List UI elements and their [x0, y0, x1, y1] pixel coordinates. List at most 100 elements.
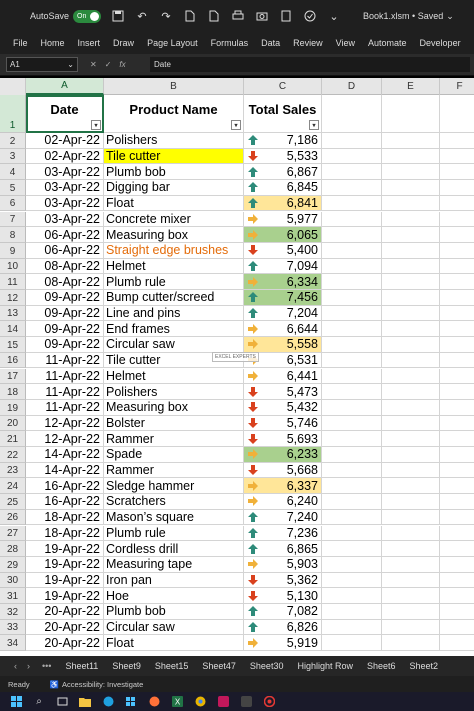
sales-cell[interactable]: 6,233: [244, 447, 322, 463]
sheet-tab-sheet9[interactable]: Sheet9: [112, 661, 141, 671]
product-cell[interactable]: Measuring box: [104, 399, 244, 416]
row-header[interactable]: 27: [0, 525, 26, 542]
cell[interactable]: [382, 148, 440, 165]
cell[interactable]: [322, 556, 382, 573]
cell[interactable]: [440, 369, 474, 385]
product-cell[interactable]: Rammer: [104, 431, 244, 447]
firefox-icon[interactable]: [147, 695, 161, 709]
cell[interactable]: [440, 274, 474, 290]
cell[interactable]: [440, 400, 474, 416]
product-cell[interactable]: Hoe: [104, 588, 244, 604]
app-icon[interactable]: [239, 695, 253, 709]
sales-cell[interactable]: 6,337: [244, 478, 322, 495]
sales-cell[interactable]: 7,456: [244, 290, 322, 306]
cell[interactable]: [382, 604, 440, 620]
sales-cell[interactable]: 6,865: [244, 541, 322, 557]
sales-cell[interactable]: 6,867: [244, 164, 322, 181]
date-cell[interactable]: 14-Apr-22: [26, 462, 104, 479]
ribbon-tab-page-layout[interactable]: Page Layout: [147, 38, 198, 48]
sales-cell[interactable]: 5,432: [244, 399, 322, 416]
redo-icon[interactable]: ↷: [159, 9, 173, 23]
date-cell[interactable]: 14-Apr-22: [26, 447, 104, 463]
date-cell[interactable]: 19-Apr-22: [26, 541, 104, 557]
date-cell[interactable]: 20-Apr-22: [26, 635, 104, 652]
cell[interactable]: [322, 148, 382, 165]
cancel-icon[interactable]: ✕: [90, 60, 97, 69]
cell[interactable]: [322, 415, 382, 432]
cell[interactable]: [440, 353, 474, 369]
cell[interactable]: [322, 399, 382, 416]
sales-cell[interactable]: 7,094: [244, 258, 322, 275]
cell[interactable]: [382, 337, 440, 353]
cell[interactable]: [440, 133, 474, 149]
sales-cell[interactable]: 5,533: [244, 148, 322, 165]
cell[interactable]: [322, 195, 382, 212]
product-cell[interactable]: Sledge hammer: [104, 478, 244, 495]
cell[interactable]: [322, 462, 382, 479]
date-cell[interactable]: 03-Apr-22: [26, 211, 104, 228]
cell[interactable]: [382, 525, 440, 542]
cell[interactable]: [440, 447, 474, 463]
cell[interactable]: [382, 572, 440, 589]
excel-icon[interactable]: X: [170, 695, 184, 709]
row-header[interactable]: 12: [0, 290, 26, 306]
ribbon-tab-formulas[interactable]: Formulas: [211, 38, 249, 48]
cell[interactable]: [382, 133, 440, 149]
row-header[interactable]: 25: [0, 494, 26, 510]
customize-qat-icon[interactable]: ⌄: [327, 9, 341, 23]
filter-dropdown-icon[interactable]: ▾: [231, 120, 241, 130]
ribbon-tab-developer[interactable]: Developer: [420, 38, 461, 48]
cell[interactable]: [382, 635, 440, 652]
sales-cell[interactable]: 5,130: [244, 588, 322, 604]
product-cell[interactable]: Polishers: [104, 133, 244, 149]
sales-cell[interactable]: 6,841: [244, 195, 322, 212]
check-icon[interactable]: [303, 9, 317, 23]
product-cell[interactable]: Tile cutter: [104, 148, 244, 165]
cell[interactable]: [440, 635, 474, 652]
date-cell[interactable]: 06-Apr-22: [26, 227, 104, 243]
row-header[interactable]: 7: [0, 211, 26, 228]
product-cell[interactable]: Circular saw: [104, 337, 244, 353]
sales-cell[interactable]: 7,186: [244, 133, 322, 149]
date-cell[interactable]: 18-Apr-22: [26, 525, 104, 542]
product-cell[interactable]: End frames: [104, 321, 244, 338]
cell[interactable]: [440, 384, 474, 400]
ribbon-tab-insert[interactable]: Insert: [78, 38, 101, 48]
product-cell[interactable]: Bolster: [104, 415, 244, 432]
cell[interactable]: [440, 478, 474, 495]
column-header-d[interactable]: D: [322, 78, 382, 95]
cell[interactable]: [382, 180, 440, 196]
search-icon[interactable]: ⌕: [32, 695, 46, 709]
date-cell[interactable]: 09-Apr-22: [26, 321, 104, 338]
row-header[interactable]: 22: [0, 447, 26, 463]
file-explorer-icon[interactable]: [78, 695, 92, 709]
cell[interactable]: [382, 619, 440, 636]
print-icon[interactable]: [231, 9, 245, 23]
row-header[interactable]: 21: [0, 431, 26, 447]
sheet-tab-sheet15[interactable]: Sheet15: [155, 661, 189, 671]
product-cell[interactable]: Rammer: [104, 462, 244, 479]
cell[interactable]: [382, 556, 440, 573]
product-cell[interactable]: Float: [104, 195, 244, 212]
row-header[interactable]: 14: [0, 321, 26, 338]
sales-cell[interactable]: 6,240: [244, 494, 322, 510]
camera-icon[interactable]: [255, 9, 269, 23]
cell[interactable]: [440, 573, 474, 589]
product-cell[interactable]: Cordless drill: [104, 541, 244, 557]
cell[interactable]: [440, 541, 474, 557]
date-cell[interactable]: 12-Apr-22: [26, 431, 104, 447]
cell[interactable]: [440, 620, 474, 636]
sales-cell[interactable]: 5,558: [244, 337, 322, 353]
date-cell[interactable]: 03-Apr-22: [26, 195, 104, 212]
sales-cell[interactable]: 5,903: [244, 556, 322, 573]
cell[interactable]: [382, 211, 440, 228]
cell[interactable]: [322, 541, 382, 557]
row-header-1[interactable]: 1: [0, 95, 26, 133]
task-view-icon[interactable]: [55, 695, 69, 709]
open-file-icon[interactable]: [207, 9, 221, 23]
ribbon-tab-automate[interactable]: Automate: [368, 38, 407, 48]
date-cell[interactable]: 08-Apr-22: [26, 258, 104, 275]
new-file-icon[interactable]: [183, 9, 197, 23]
row-header[interactable]: 5: [0, 180, 26, 196]
row-header[interactable]: 17: [0, 368, 26, 385]
